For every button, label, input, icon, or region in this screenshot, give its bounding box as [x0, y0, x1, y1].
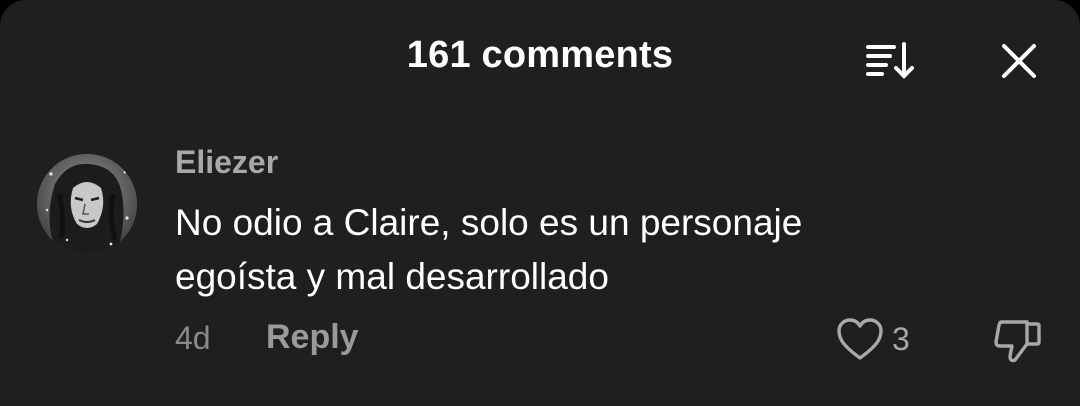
heart-icon — [837, 318, 883, 360]
comment-text: No odio a Claire, solo es un personaje e… — [175, 196, 935, 304]
comment-timestamp: 4d — [175, 320, 211, 356]
like-button[interactable] — [835, 316, 885, 364]
close-icon — [1002, 44, 1036, 78]
comment-text-line: No odio a Claire, solo es un personaje — [175, 202, 803, 243]
comment-username[interactable]: Eliezer — [175, 144, 278, 181]
like-count: 3 — [892, 321, 910, 357]
comments-sheet: 161 comments Eliezer No odio a Claire, s… — [0, 0, 1080, 406]
avatar-image — [37, 154, 137, 254]
sort-button[interactable] — [862, 38, 918, 84]
dislike-button[interactable] — [991, 316, 1045, 366]
avatar[interactable] — [37, 154, 137, 254]
reply-button[interactable]: Reply — [266, 318, 359, 357]
thumbs-down-icon — [994, 320, 1041, 363]
comments-count-title: 161 comments — [406, 34, 674, 76]
sort-icon — [866, 42, 914, 79]
close-button[interactable] — [996, 38, 1042, 84]
comment-text-line: egoísta y mal desarrollado — [175, 256, 609, 297]
